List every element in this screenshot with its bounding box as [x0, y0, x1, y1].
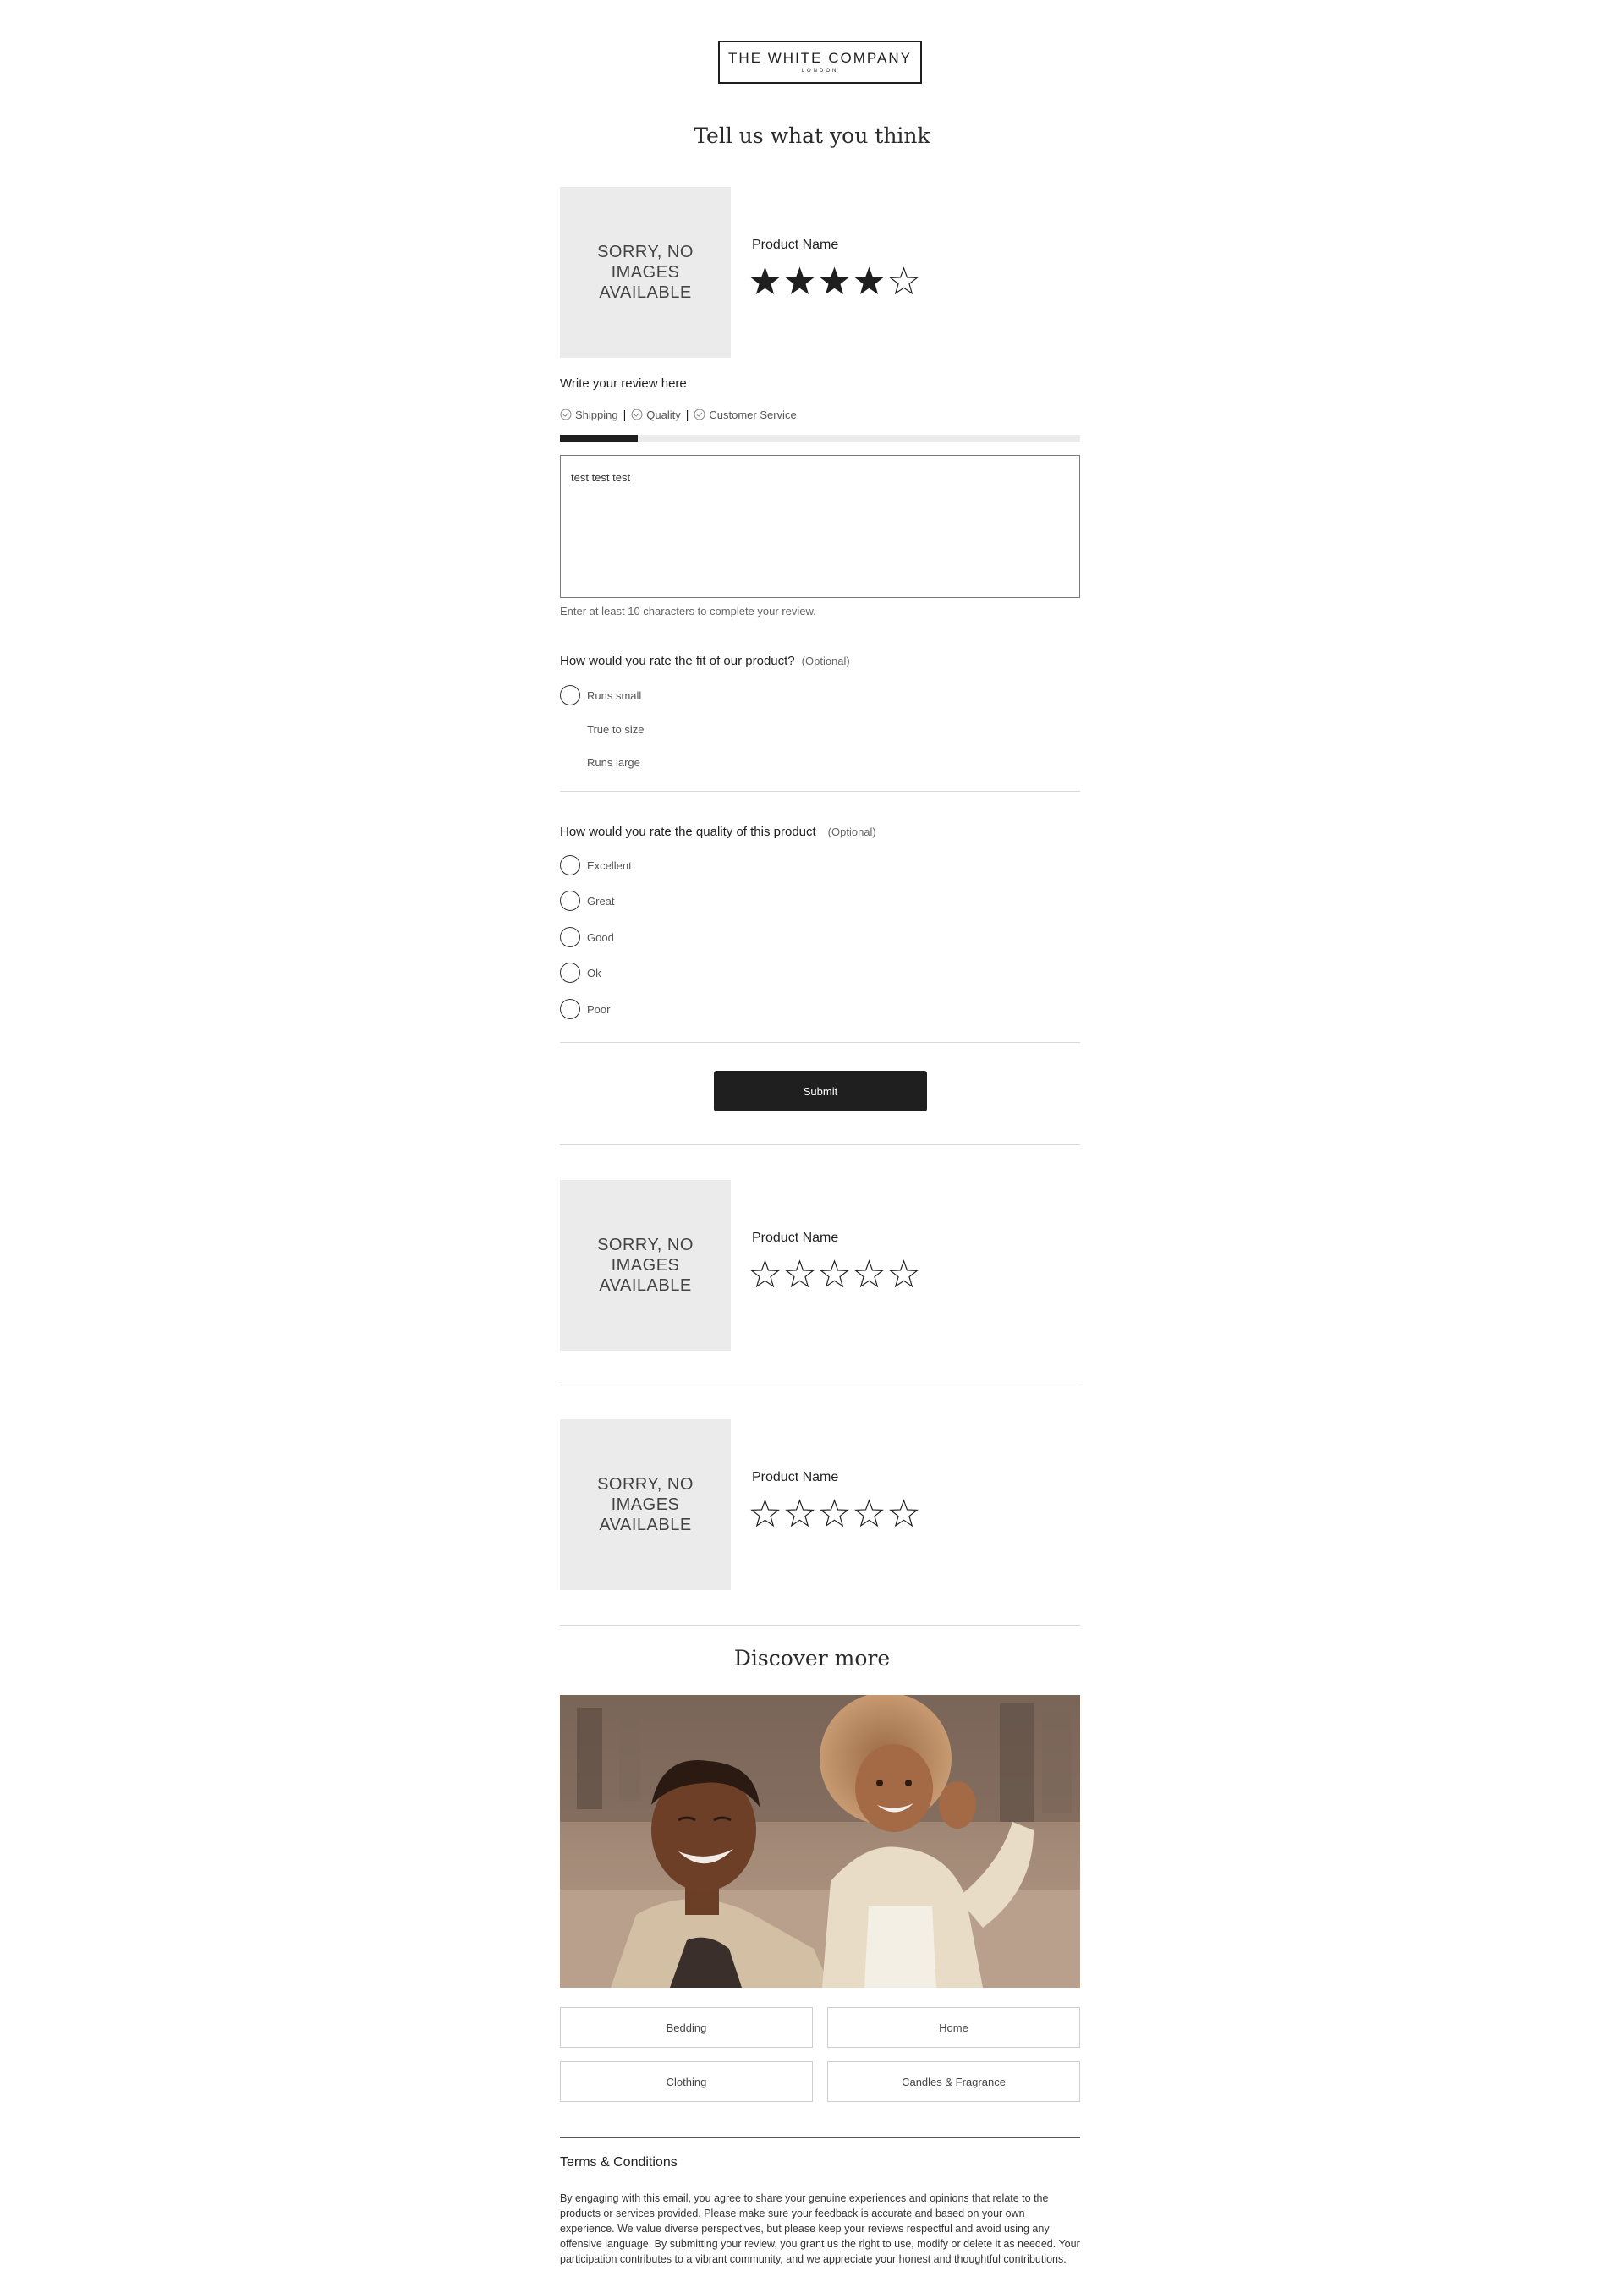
quality-question: How would you rate the quality of this p…	[560, 825, 876, 839]
quality-option-great[interactable]: Great	[560, 891, 615, 911]
submit-button[interactable]: Submit	[714, 1071, 927, 1111]
star-outline-icon[interactable]	[889, 266, 919, 296]
section-divider	[560, 791, 1080, 792]
tag-label: Quality	[646, 408, 681, 421]
check-circle-icon	[631, 409, 643, 420]
star-outline-icon[interactable]	[785, 1259, 815, 1289]
star-outline-icon[interactable]	[820, 1499, 849, 1528]
review-label: Write your review here	[560, 376, 687, 391]
star-outline-icon[interactable]	[785, 1499, 815, 1528]
no-image-placeholder: SORRY, NO IMAGES AVAILABLE	[560, 187, 731, 358]
radio-label: Excellent	[587, 859, 632, 872]
brand-logo-main: THE WHITE COMPANY	[728, 50, 912, 66]
product-card-2: SORRY, NO IMAGES AVAILABLE Product Name	[560, 1180, 1080, 1351]
review-topic-tags: Shipping | Quality | Customer Service	[560, 408, 797, 421]
fit-question: How would you rate the fit of our produc…	[560, 654, 850, 668]
radio-button[interactable]	[560, 927, 580, 947]
no-image-placeholder: SORRY, NO IMAGES AVAILABLE	[560, 1419, 731, 1590]
discover-title: Discover more	[733, 1646, 891, 1670]
fit-question-label: How would you rate the fit of our produc…	[560, 654, 795, 668]
category-bedding-button[interactable]: Bedding	[560, 2007, 813, 2048]
terms-title: Terms & Conditions	[560, 2155, 678, 2170]
terms-body: By engaging with this email, you agree t…	[560, 2192, 1080, 2265]
section-divider	[560, 1144, 1080, 1145]
tag-separator: |	[685, 408, 689, 421]
brand-logo-sub: LONDON	[801, 69, 839, 74]
star-rating	[750, 1259, 919, 1289]
radio-label: Poor	[587, 1002, 611, 1016]
star-filled-icon[interactable]	[750, 266, 780, 296]
section-divider	[560, 1625, 1080, 1626]
review-textarea[interactable]	[560, 455, 1080, 598]
radio-label: Ok	[587, 966, 601, 979]
product-card-3: SORRY, NO IMAGES AVAILABLE Product Name	[560, 1419, 1080, 1590]
star-outline-icon[interactable]	[889, 1259, 919, 1289]
radio-label: True to size	[587, 722, 645, 736]
review-progress-fill	[560, 435, 639, 442]
radio-placeholder	[560, 719, 580, 739]
star-outline-icon[interactable]	[889, 1499, 919, 1528]
star-rating	[750, 1499, 919, 1528]
star-outline-icon[interactable]	[854, 1499, 884, 1528]
tag-shipping[interactable]: Shipping	[560, 409, 618, 421]
star-outline-icon[interactable]	[854, 1259, 884, 1289]
check-circle-icon	[560, 409, 572, 420]
radio-button[interactable]	[560, 855, 580, 875]
section-divider	[560, 1042, 1080, 1043]
star-outline-icon[interactable]	[750, 1259, 780, 1289]
tag-label: Customer Service	[709, 408, 797, 421]
star-filled-icon[interactable]	[820, 266, 849, 296]
product-name: Product Name	[752, 1470, 839, 1484]
category-clothing-button[interactable]: Clothing	[560, 2061, 813, 2102]
star-outline-icon[interactable]	[820, 1259, 849, 1289]
optional-label: (Optional)	[827, 826, 876, 838]
star-rating	[750, 266, 919, 296]
radio-button[interactable]	[560, 891, 580, 911]
photo-mother-and-child	[560, 1695, 1080, 1988]
product-card-1: SORRY, NO IMAGES AVAILABLE Product Name	[560, 187, 1080, 358]
product-name: Product Name	[752, 238, 839, 252]
radio-label: Good	[587, 930, 614, 944]
fit-option-runs-small[interactable]: Runs small	[560, 685, 641, 705]
quality-option-ok[interactable]: Ok	[560, 963, 601, 983]
discover-hero-image[interactable]	[560, 1695, 1080, 1988]
review-hint: Enter at least 10 characters to complete…	[560, 605, 816, 617]
no-image-placeholder: SORRY, NO IMAGES AVAILABLE	[560, 1180, 731, 1351]
quality-question-label: How would you rate the quality of this p…	[560, 825, 816, 839]
page-title: Tell us what you think	[694, 123, 930, 148]
tag-customer-service[interactable]: Customer Service	[694, 408, 797, 421]
brand-logo[interactable]: THE WHITE COMPANY LONDON	[718, 41, 922, 84]
radio-label: Runs small	[587, 688, 642, 702]
quality-option-poor[interactable]: Poor	[560, 999, 610, 1019]
tag-label: Shipping	[575, 408, 618, 421]
tag-quality[interactable]: Quality	[631, 408, 681, 421]
radio-placeholder	[560, 752, 580, 772]
star-outline-icon[interactable]	[750, 1499, 780, 1528]
optional-label: (Optional)	[801, 655, 850, 667]
product-name: Product Name	[752, 1231, 839, 1245]
radio-label: Great	[587, 894, 615, 908]
radio-button[interactable]	[560, 963, 580, 983]
radio-label: Runs large	[587, 755, 640, 769]
review-page: THE WHITE COMPANY LONDON Tell us what yo…	[0, 0, 1624, 2293]
star-filled-icon[interactable]	[785, 266, 815, 296]
quality-option-good[interactable]: Good	[560, 927, 614, 947]
category-candles-fragrance-button[interactable]: Candles & Fragrance	[827, 2061, 1080, 2102]
fit-option-runs-large[interactable]: Runs large	[560, 752, 640, 772]
quality-option-excellent[interactable]: Excellent	[560, 855, 632, 875]
star-filled-icon[interactable]	[854, 266, 884, 296]
tag-separator: |	[623, 408, 627, 421]
review-progress-bar	[560, 435, 1080, 442]
terms-divider	[560, 2137, 1080, 2138]
radio-button[interactable]	[560, 685, 580, 705]
category-home-button[interactable]: Home	[827, 2007, 1080, 2048]
fit-option-true-to-size[interactable]: True to size	[560, 719, 644, 739]
check-circle-icon	[694, 409, 705, 420]
radio-button[interactable]	[560, 999, 580, 1019]
